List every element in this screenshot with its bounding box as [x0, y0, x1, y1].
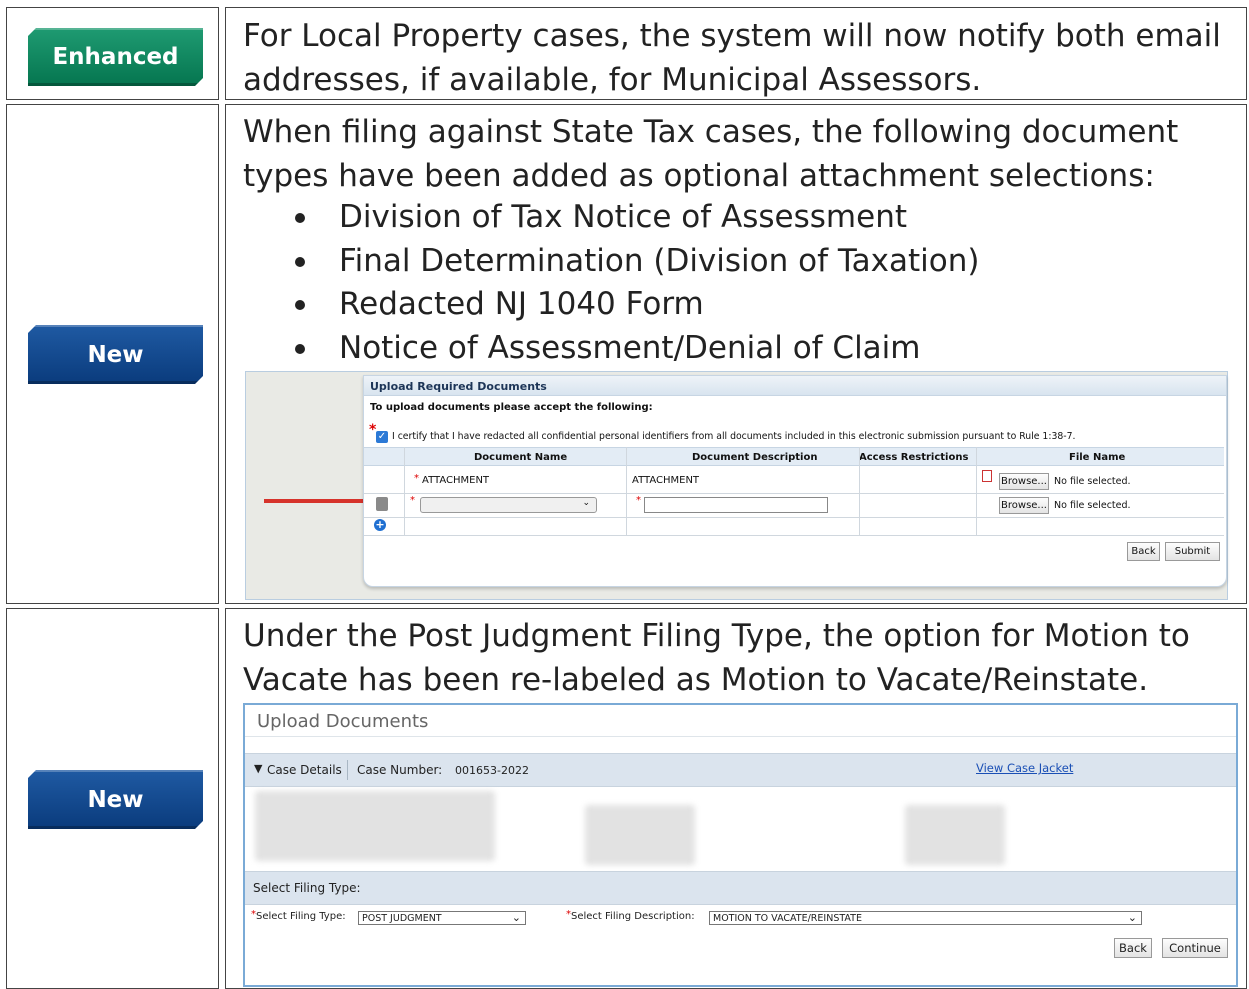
no-file-label: No file selected. — [1054, 476, 1131, 487]
col-access-restrictions: Access Restrictions — [859, 452, 969, 463]
new-badge-row3: New — [28, 770, 203, 829]
upload-required-documents-screenshot: Upload Required Documents To upload docu… — [245, 371, 1228, 600]
panel-title: Upload Required Documents — [364, 376, 1226, 396]
case-number: 001653-2022 — [455, 764, 529, 777]
chevron-down-icon: ⌄ — [511, 911, 521, 924]
filing-type-label: Select Filing Type: — [256, 911, 346, 922]
document-description-input[interactable] — [644, 497, 828, 513]
upload-documents-title: Upload Documents — [257, 711, 429, 732]
upload-panel: Upload Required Documents To upload docu… — [363, 375, 1227, 587]
blurred-case-info — [905, 805, 1005, 865]
filing-type-select[interactable]: POST JUDGMENT ⌄ — [358, 911, 526, 925]
continue-button[interactable]: Continue — [1162, 938, 1228, 958]
col-document-description: Document Description — [692, 452, 818, 463]
browse-button[interactable]: Browse... — [999, 497, 1049, 514]
chevron-down-icon: ⌄ — [1127, 911, 1137, 924]
certify-text: I certify that I have redacted all confi… — [392, 431, 1076, 442]
certify-checkbox[interactable]: ✓ — [376, 431, 388, 443]
upload-documents-screenshot: Upload Documents ▼ Case Details Case Num… — [243, 703, 1238, 987]
case-details-bar: ▼ Case Details Case Number: 001653-2022 … — [245, 753, 1236, 787]
enhanced-badge: Enhanced — [28, 28, 203, 86]
back-button[interactable]: Back — [1114, 938, 1152, 958]
case-number-label: Case Number: — [357, 763, 443, 777]
row3-description: Under the Post Judgment Filing Type, the… — [243, 618, 1190, 698]
list-item: Redacted NJ 1040 Form — [243, 283, 1233, 327]
chevron-down-icon: ⌄ — [582, 498, 590, 508]
case-details-toggle[interactable]: Case Details — [267, 763, 342, 777]
blurred-case-info — [585, 805, 695, 865]
pdf-icon — [982, 470, 992, 482]
submit-button[interactable]: Submit — [1165, 542, 1220, 561]
triangle-down-icon[interactable]: ▼ — [254, 762, 262, 775]
delete-icon[interactable] — [376, 497, 388, 511]
row1-description: For Local Property cases, the system wil… — [243, 18, 1221, 98]
row2-intro: When filing against State Tax cases, the… — [243, 114, 1179, 194]
document-name-select[interactable]: ⌄ — [420, 497, 597, 513]
col-document-name: Document Name — [474, 452, 568, 463]
col-file-name: File Name — [1069, 452, 1126, 463]
blurred-case-info — [255, 791, 495, 861]
add-row-icon[interactable]: + — [374, 519, 386, 531]
attachment-description: ATTACHMENT — [632, 475, 700, 486]
list-item: Final Determination (Division of Taxatio… — [243, 240, 1233, 284]
filing-description-select[interactable]: MOTION TO VACATE/REINSTATE ⌄ — [709, 911, 1142, 925]
browse-button[interactable]: Browse... — [999, 473, 1049, 490]
list-item: Division of Tax Notice of Assessment — [243, 196, 1233, 240]
back-button[interactable]: Back — [1127, 542, 1160, 561]
instruction-text: To upload documents please accept the fo… — [370, 402, 653, 413]
select-filing-type-bar: Select Filing Type: — [245, 871, 1236, 905]
document-type-list: Division of Tax Notice of Assessment Fin… — [243, 196, 1233, 370]
filing-description-label: Select Filing Description: — [571, 911, 695, 922]
list-item: Notice of Assessment/Denial of Claim — [243, 327, 1233, 371]
select-filing-type-header: Select Filing Type: — [253, 881, 361, 895]
no-file-label: No file selected. — [1054, 500, 1131, 511]
view-case-jacket-link[interactable]: View Case Jacket — [976, 761, 1073, 775]
new-badge-row2: New — [28, 325, 203, 384]
attachment-name: ATTACHMENT — [422, 475, 490, 486]
